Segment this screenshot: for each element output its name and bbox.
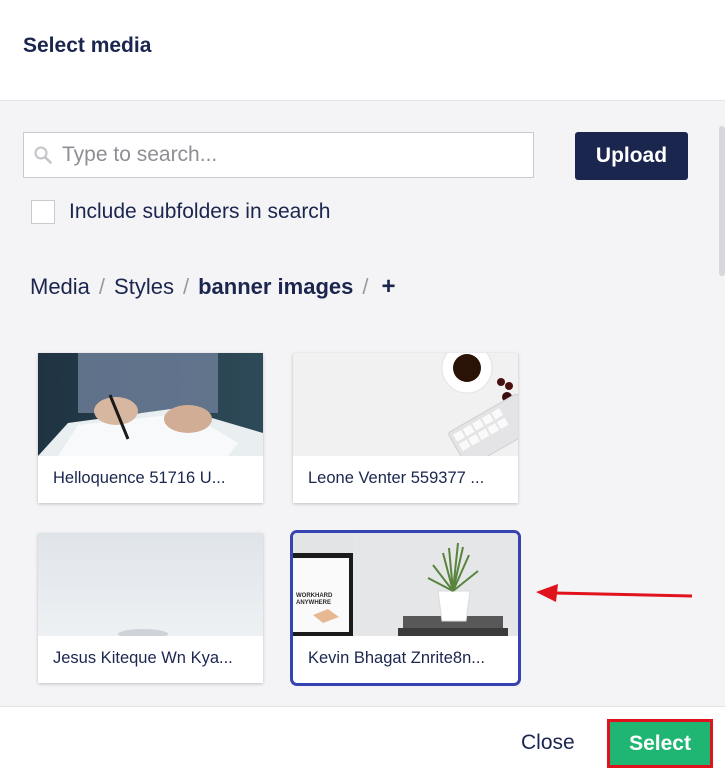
media-thumbnail: WORKHARD ANYWHERE [293, 533, 518, 636]
breadcrumb-item-styles[interactable]: Styles [114, 274, 174, 300]
breadcrumb-separator: / [98, 274, 106, 299]
breadcrumb-current: banner images [198, 274, 354, 299]
search-icon [34, 146, 52, 164]
scrollbar[interactable] [719, 126, 725, 276]
media-thumbnail [38, 353, 263, 456]
media-item-leone-venter[interactable]: Leone Venter 559377 ... [293, 353, 518, 503]
media-item-jesus-kiteque[interactable]: Jesus Kiteque Wn Kya... [38, 533, 263, 683]
media-item-label: Kevin Bhagat Znrite8n... [308, 649, 486, 667]
dialog-footer: Close Select [0, 706, 725, 777]
pointer-arrow-icon [536, 584, 693, 602]
plus-icon[interactable]: + [382, 273, 396, 301]
subfolders-checkbox[interactable] [31, 200, 55, 224]
dialog-body: Upload Include subfolders in search Medi… [0, 101, 725, 706]
dialog-title: Select media [23, 34, 152, 57]
upload-button[interactable]: Upload [575, 132, 688, 180]
breadcrumb-separator: / [362, 274, 369, 299]
media-item-label: Leone Venter 559377 ... [308, 469, 485, 487]
select-button[interactable]: Select [607, 719, 713, 768]
breadcrumb-item-media[interactable]: Media [30, 274, 90, 300]
search-box[interactable] [23, 132, 534, 178]
search-input[interactable] [62, 133, 522, 177]
media-item-label: Jesus Kiteque Wn Kya... [53, 649, 233, 667]
media-item-label: Helloquence 51716 U... [53, 469, 226, 487]
breadcrumb: Media / Styles / banner images / + [30, 273, 396, 301]
media-thumbnail [293, 353, 518, 456]
media-item-kevin-bhagat[interactable]: WORKHARD ANYWHERE Kevin Bhagat Znrite8n.… [290, 530, 521, 686]
dialog-header: Select media [0, 0, 725, 101]
subfolders-label: Include subfolders in search [69, 200, 331, 223]
laptop-text-line2: ANYWHERE [296, 600, 331, 606]
breadcrumb-separator: / [182, 274, 190, 299]
laptop-text-line1: WORKHARD [296, 593, 333, 599]
media-thumbnail [38, 533, 263, 636]
close-button[interactable]: Close [521, 731, 575, 755]
media-item-helloquence[interactable]: Helloquence 51716 U... [38, 353, 263, 503]
subfolders-option[interactable]: Include subfolders in search [31, 197, 331, 227]
